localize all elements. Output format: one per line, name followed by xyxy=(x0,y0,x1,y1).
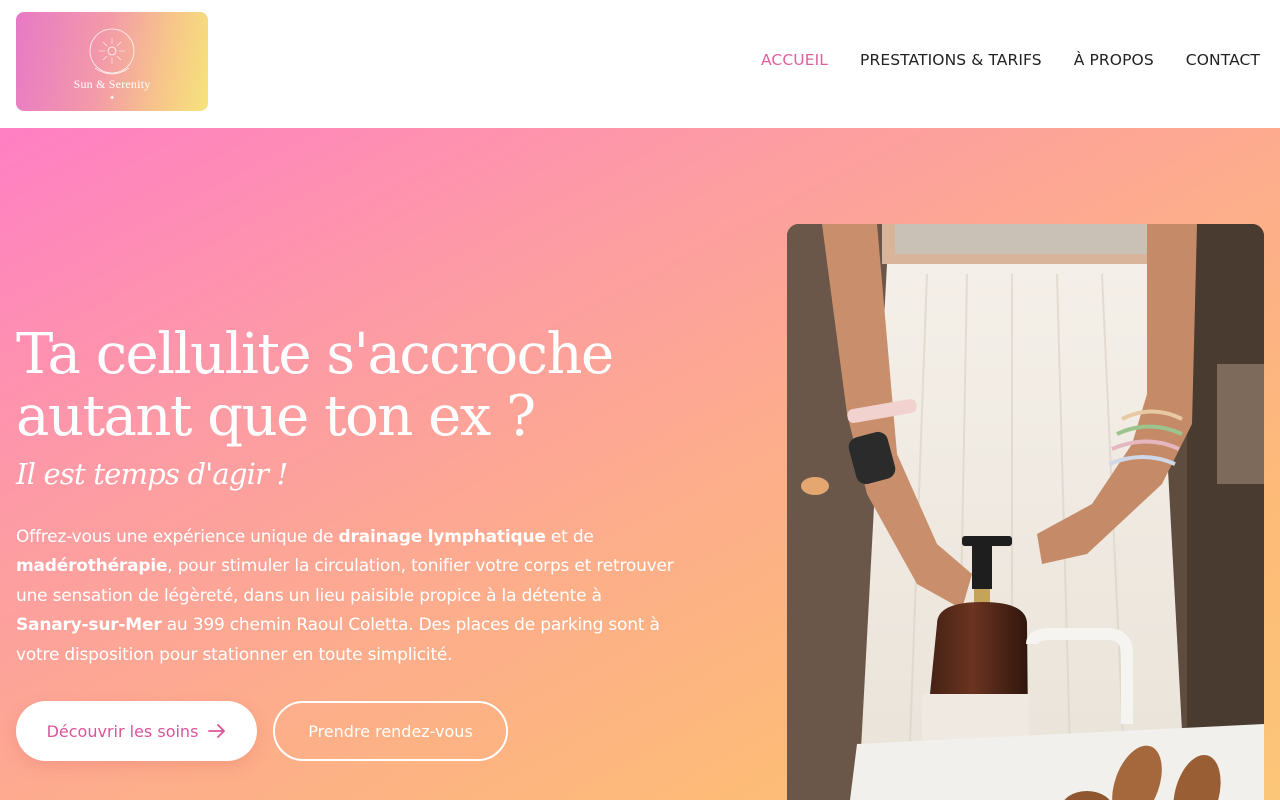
site-header: Sun & Serenity ✦ ACCUEIL PRESTATIONS & T… xyxy=(0,0,1280,128)
text-segment: et de xyxy=(545,527,594,547)
main-nav: ACCUEIL PRESTATIONS & TARIFS À PROPOS CO… xyxy=(761,48,1260,72)
highlight-maderotherapie: madérothérapie xyxy=(16,556,168,577)
hero-title-line-2: autant que ton ex ? xyxy=(16,384,536,449)
hero-subtitle: Il est temps d'agir ! xyxy=(16,457,288,491)
sparkle-icon: ✦ xyxy=(109,94,115,102)
hero-section: Ta cellulite s'accroche autant que ton e… xyxy=(0,128,1280,800)
nav-item-contact[interactable]: CONTACT xyxy=(1186,48,1260,72)
sun-emblem-icon xyxy=(89,28,135,75)
hero-photo-illustration: ABRICOT xyxy=(787,224,1264,800)
hero-description: Offrez-vous une expérience unique de dra… xyxy=(16,523,676,670)
book-appointment-button[interactable]: Prendre rendez-vous xyxy=(273,701,508,761)
highlight-location: Sanary-sur-Mer xyxy=(16,615,162,636)
discover-treatments-button[interactable]: Découvrir les soins xyxy=(16,701,257,761)
hero-title: Ta cellulite s'accroche autant que ton e… xyxy=(16,324,696,448)
hero-photo: ABRICOT xyxy=(787,224,1264,800)
logo-text: Sun & Serenity xyxy=(73,77,151,91)
discover-treatments-label: Découvrir les soins xyxy=(46,721,199,741)
highlight-drainage: drainage lymphatique xyxy=(338,527,546,547)
text-segment: Offrez-vous une expérience unique de xyxy=(16,527,339,547)
site-logo[interactable]: Sun & Serenity ✦ xyxy=(16,12,208,111)
nav-item-a-propos[interactable]: À PROPOS xyxy=(1074,48,1154,72)
hero-title-line-1: Ta cellulite s'accroche xyxy=(16,322,614,387)
nav-item-prestations-tarifs[interactable]: PRESTATIONS & TARIFS xyxy=(860,48,1042,72)
nav-item-accueil[interactable]: ACCUEIL xyxy=(761,48,828,72)
arrow-right-icon xyxy=(208,724,226,738)
